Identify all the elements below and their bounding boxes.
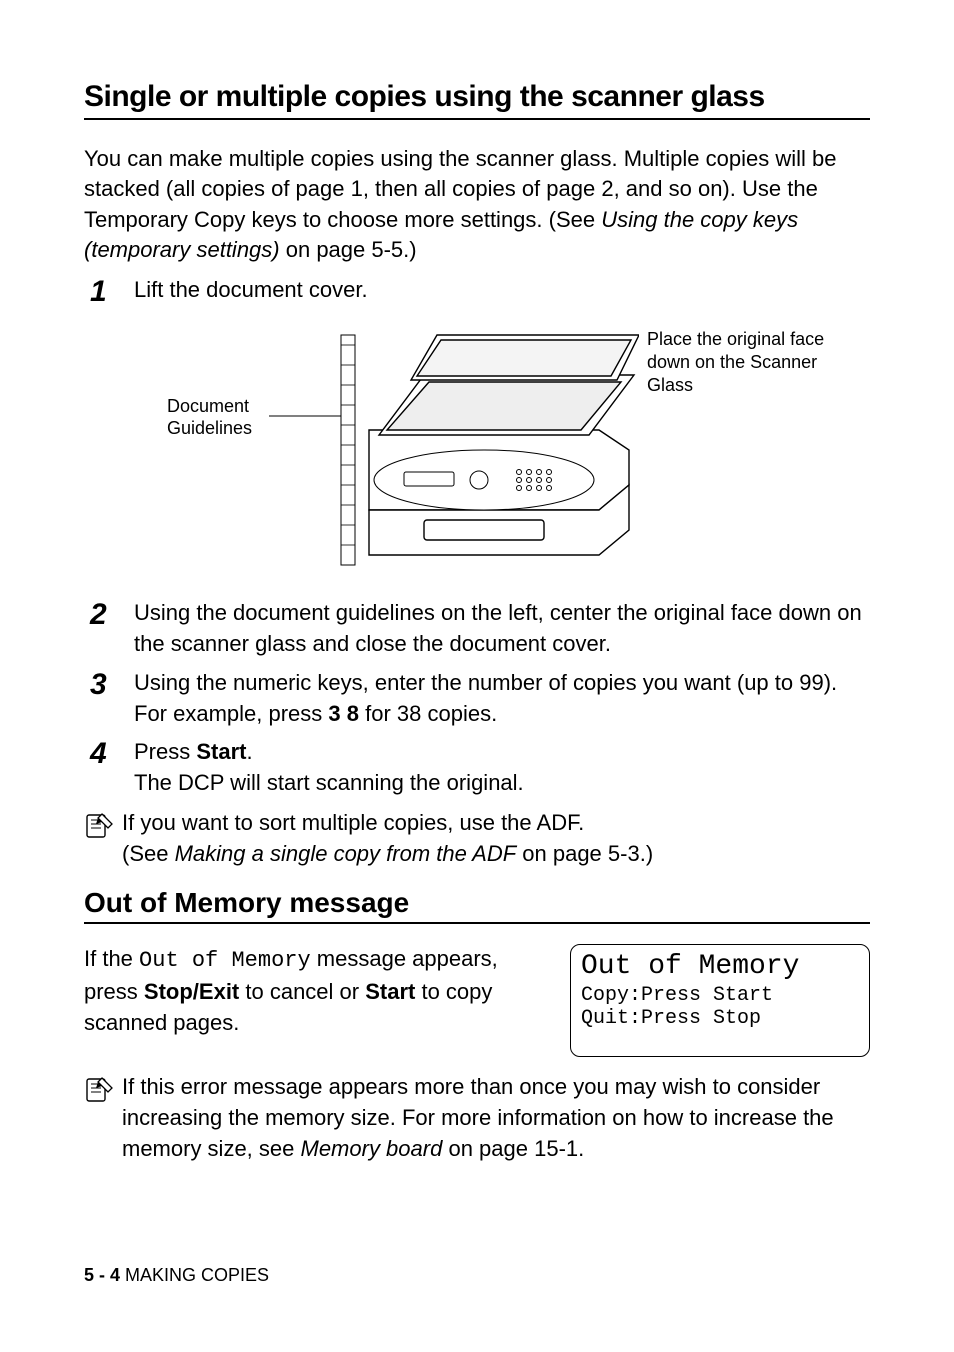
step-4-c: . [246,739,252,764]
note-line-2b: on page 5-3.) [516,841,653,866]
note-ref: Making a single copy from the ADF [175,841,517,866]
figure-label-right: Place the original face down on the Scan… [647,328,837,397]
lcd-line-2: Quit:Press Stop [581,1007,859,1030]
step-4-b: The DCP will start scanning the original… [134,770,524,795]
note-sort-adf: If you want to sort multiple copies, use… [84,807,870,869]
intro-text-b: on page 5-5.) [280,237,417,262]
out-of-memory-row: If the Out of Memory message appears, pr… [84,944,870,1056]
step-3: Using the numeric keys, enter the number… [84,668,870,730]
note-body: If you want to sort multiple copies, use… [122,807,870,869]
page-footer: 5 - 4 MAKING COPIES [84,1265,269,1286]
figure-printer: Document Guidelines [134,320,870,580]
step-3-num: 3 8 [328,701,359,726]
printer-illustration [269,320,639,580]
oom-c: to cancel or [239,979,365,1004]
note-line-1: If you want to sort multiple copies, use… [122,810,584,835]
oom-bold1: Stop/Exit [144,979,239,1004]
note-memory-body: If this error message appears more than … [122,1071,870,1165]
note-line-2a: (See [122,841,175,866]
note-icon [84,1074,114,1104]
heading-single-multiple: Single or multiple copies using the scan… [84,80,870,120]
mem-note-ref: Memory board [301,1136,443,1161]
oom-mono: Out of Memory [139,948,311,973]
step-3-text-b-a: For example, press [134,701,328,726]
oom-a: If the [84,946,139,971]
intro-paragraph: You can make multiple copies using the s… [84,144,870,265]
lcd-title: Out of Memory [581,951,859,983]
page-number: 5 - 4 [84,1265,120,1285]
step-4-a: Press [134,739,196,764]
step-1-text: Lift the document cover. [134,277,368,302]
note-memory-board: If this error message appears more than … [84,1071,870,1165]
lcd-display: Out of Memory Copy:Press Start Quit:Pres… [570,944,870,1056]
out-of-memory-text: If the Out of Memory message appears, pr… [84,944,542,1038]
step-4: Press Start. The DCP will start scanning… [84,737,870,799]
lcd-line-1: Copy:Press Start [581,984,859,1007]
figure-label-left: Document Guidelines [167,396,261,439]
mem-note-b: on page 15-1. [442,1136,584,1161]
chapter-title: MAKING COPIES [120,1265,269,1285]
step-3-text-b-b: for 38 copies. [359,701,497,726]
note-icon [84,810,114,840]
oom-bold2: Start [365,979,415,1004]
step-2-text: Using the document guidelines on the lef… [134,600,862,656]
step-1: Lift the document cover. Document Guidel… [84,275,870,580]
steps-list: Lift the document cover. Document Guidel… [84,275,870,799]
step-4-start: Start [196,739,246,764]
step-3-text-a: Using the numeric keys, enter the number… [134,670,837,695]
step-2: Using the document guidelines on the lef… [84,598,870,660]
heading-out-of-memory: Out of Memory message [84,887,870,924]
